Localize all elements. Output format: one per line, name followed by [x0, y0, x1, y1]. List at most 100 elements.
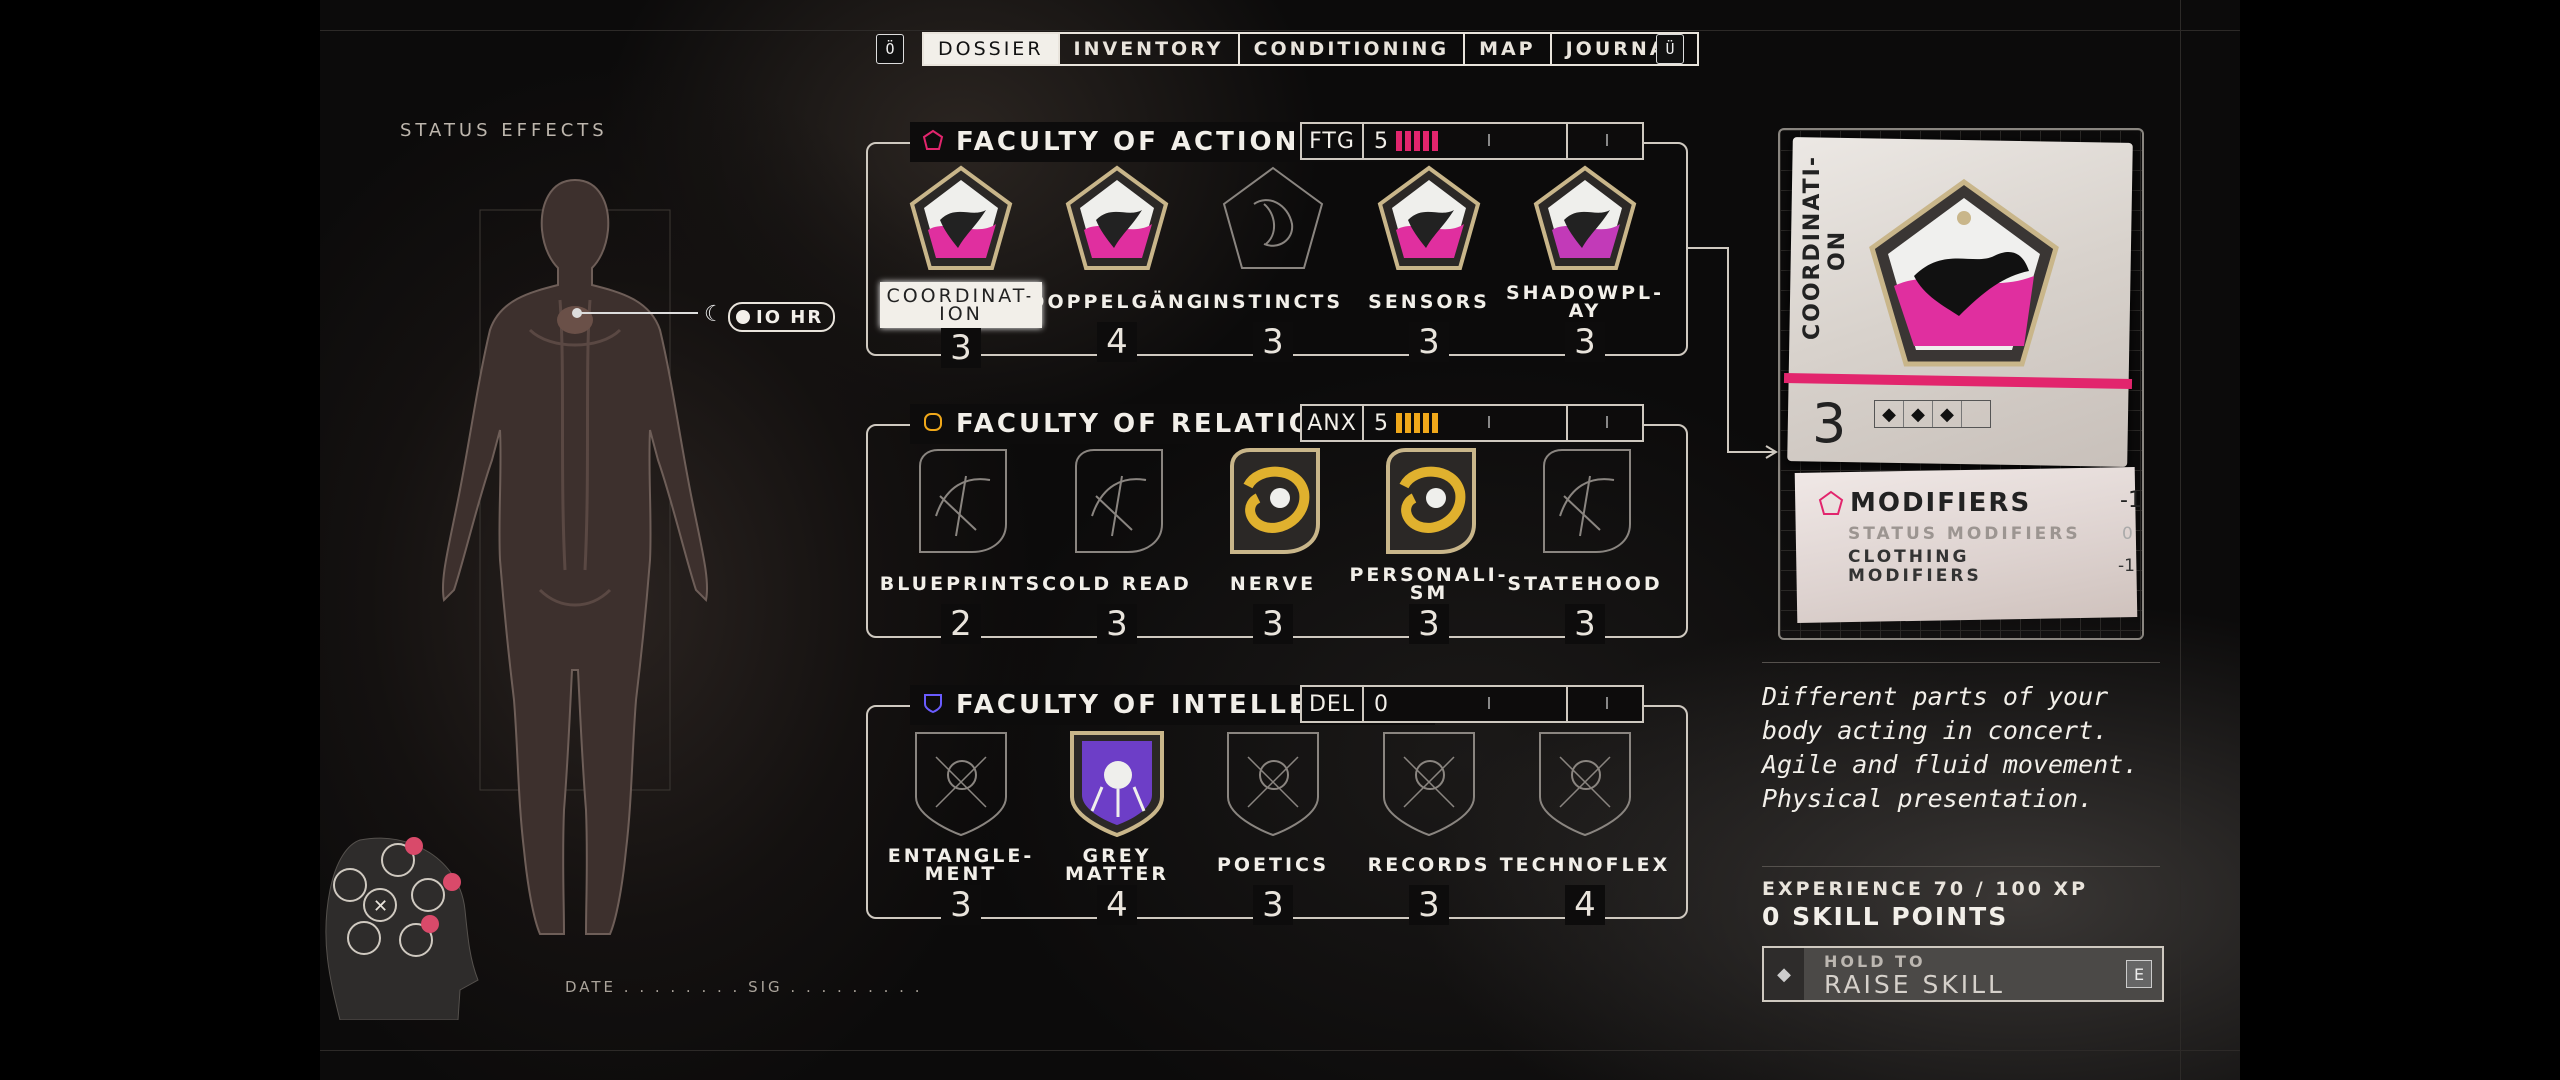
- skill-badge-icon: [886, 727, 1036, 837]
- skill-points-text: 0 SKILL POINTS: [1762, 902, 2009, 931]
- skill-name: ENTANGLE- MENT: [887, 845, 1035, 885]
- meter-separator: [1566, 124, 1568, 158]
- skill-instincts[interactable]: INSTINCTS 3: [1198, 164, 1348, 362]
- skill-badge-icon: [1354, 727, 1504, 837]
- meter-tick: [1488, 134, 1490, 146]
- meter-bar: [1405, 413, 1411, 433]
- meter-code: DEL: [1302, 687, 1364, 721]
- skill-nerve[interactable]: NERVE 3: [1198, 446, 1348, 644]
- meter-bars: [1396, 413, 1476, 433]
- pip-filled-icon: ◆: [1903, 401, 1932, 427]
- skill-personalism[interactable]: PERSONALI- SM 3: [1349, 446, 1509, 644]
- faculty-faculty-of-action: FACULTY OF ACTION FTG 5 COORDINAT- ION 3 DOPP…: [866, 122, 1688, 368]
- faculty-faculty-of-intellect: FACULTY OF INTELLECT DEL 0 ENTANGLE- MENT 3 G…: [866, 685, 1688, 925]
- modifiers-pentagon-icon: [1818, 490, 1844, 515]
- tab-dossier[interactable]: DOSSIER: [924, 34, 1058, 64]
- meter-bar: [1414, 131, 1420, 151]
- skill-level: 4: [1097, 322, 1137, 362]
- skill-doppelgäng[interactable]: DOPPELGÄNG 4: [1028, 164, 1206, 362]
- meter-bars: [1396, 131, 1476, 151]
- skill-sensors[interactable]: SENSORS 3: [1354, 164, 1504, 362]
- skill-blueprints[interactable]: BLUEPRINTS 2: [879, 446, 1043, 644]
- skill-name: RECORDS: [1367, 854, 1491, 876]
- skill-badge-icon: [1042, 446, 1192, 556]
- skill-name: COLD READ: [1042, 573, 1192, 595]
- skill-badge-icon: [1198, 727, 1348, 837]
- pip-filled-icon: ◆: [1882, 403, 1896, 425]
- pip-filled-icon: ◆: [1932, 401, 1961, 427]
- skill-name: PERSONALI- SM: [1349, 564, 1509, 604]
- meter-bar: [1396, 413, 1402, 433]
- meter-tick: [1606, 416, 1608, 428]
- skill-level: 3: [941, 328, 981, 368]
- meter-bar: [1414, 413, 1420, 433]
- meter-bar: [1432, 131, 1438, 151]
- skill-card-pips: ◆ ◆ ◆: [1874, 400, 1991, 428]
- skill-level: 3: [1565, 604, 1605, 644]
- meter-code: FTG: [1302, 124, 1364, 158]
- skill-level: 3: [1253, 604, 1293, 644]
- skill-name: GREY MATTER: [1064, 845, 1170, 885]
- pentagon-icon: [922, 129, 944, 155]
- meter-bar: [1405, 131, 1411, 151]
- skill-level: 4: [1565, 885, 1605, 925]
- skill-name: BLUEPRINTS: [879, 573, 1043, 595]
- status-dot-icon: [736, 310, 750, 324]
- modifiers-total: -1: [2120, 488, 2142, 513]
- date-signature-line: DATE . . . . . . . . SIG . . . . . . . .…: [565, 978, 923, 996]
- faculty-meter: ANX 5: [1300, 404, 1644, 442]
- skill-level: 3: [1409, 604, 1449, 644]
- faculty-faculty-of-relation: FACULTY OF RELATION ANX 5 BLUEPRINTS 2 COLD R…: [866, 404, 1688, 644]
- modifiers-title: MODIFIERS: [1850, 488, 2032, 518]
- meter-bar: [1432, 413, 1438, 433]
- skill-badge-icon: [1042, 164, 1192, 274]
- tab-map[interactable]: MAP: [1463, 34, 1550, 64]
- skill-badge-icon: [1510, 446, 1660, 556]
- skill-poetics[interactable]: POETICS 3: [1198, 727, 1348, 925]
- moon-icon: ☾: [704, 302, 724, 327]
- skill-level: 2: [941, 604, 981, 644]
- skill-coordination[interactable]: COORDINAT- ION 3: [880, 164, 1042, 368]
- faculty-title: FACULTY OF RELATION: [956, 409, 1339, 439]
- faculty-title: FACULTY OF INTELLECT: [956, 690, 1353, 720]
- clothing-modifiers-value: -1: [2118, 556, 2135, 576]
- skill-level: 3: [1253, 885, 1293, 925]
- status-duration-badge: IO HR: [728, 302, 836, 332]
- tab-bar: DOSSIER INVENTORY CONDITIONING MAP JOURN…: [922, 32, 1699, 66]
- skill-card-name: COORDINATI- ON: [1800, 155, 1850, 340]
- skill-technoflex[interactable]: TECHNOFLEX 4: [1500, 727, 1667, 925]
- prev-tab-key[interactable]: Ö: [876, 34, 904, 64]
- meter-code: ANX: [1302, 406, 1364, 440]
- raise-skill-button[interactable]: ◆ HOLD TO RAISE SKILL E: [1762, 946, 2164, 1002]
- skill-card-level: 3: [1812, 392, 1847, 455]
- meter-separator: [1566, 687, 1568, 721]
- meter-tick: [1606, 134, 1608, 146]
- skill-shadowplay[interactable]: SHADOWPL- AY 3: [1506, 164, 1661, 362]
- skill-entanglement[interactable]: ENTANGLE- MENT 3: [886, 727, 1036, 925]
- meter-bar: [1423, 413, 1429, 433]
- meter-tick: [1488, 416, 1490, 428]
- next-tab-key[interactable]: Ü: [1656, 34, 1684, 64]
- skill-records[interactable]: RECORDS 3: [1354, 727, 1504, 925]
- meter-separator: [1566, 406, 1568, 440]
- svg-text:✕: ✕: [373, 896, 388, 917]
- meter-value: 5: [1374, 410, 1388, 436]
- skill-badge-icon: [1510, 727, 1660, 837]
- experience-text: EXPERIENCE 70 / 100 XP: [1762, 878, 2089, 900]
- skill-name: DOPPELGÄNG: [1028, 291, 1206, 313]
- status-duration-text: IO HR: [756, 306, 824, 328]
- raise-action-label: RAISE SKILL: [1824, 970, 2005, 999]
- skill-statehood[interactable]: STATEHOOD 3: [1507, 446, 1660, 644]
- card-connector-arrow: [1688, 247, 1778, 459]
- skill-greymatter[interactable]: GREY MATTER 4: [1042, 727, 1192, 925]
- faculty-meter: DEL 0: [1300, 685, 1644, 723]
- tab-inventory[interactable]: INVENTORY: [1057, 34, 1238, 64]
- skill-coldread[interactable]: COLD READ 3: [1042, 446, 1192, 644]
- faculty-title: FACULTY OF ACTION: [956, 127, 1300, 157]
- tab-conditioning[interactable]: CONDITIONING: [1237, 34, 1464, 64]
- status-modifiers-value: 0: [2122, 524, 2133, 544]
- shield-icon: [922, 692, 944, 718]
- meter-value: 0: [1374, 691, 1388, 717]
- divider: [1762, 662, 2160, 663]
- coordination-card-emblem: [1869, 178, 2059, 367]
